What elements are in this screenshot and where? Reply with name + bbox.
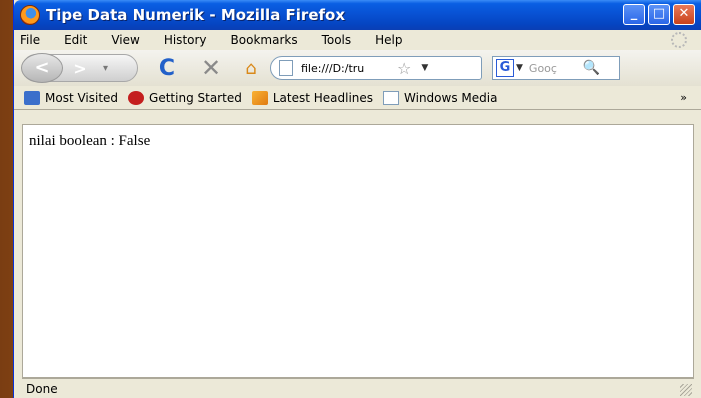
rss-feed-icon	[251, 90, 268, 105]
menu-file[interactable]: File	[20, 33, 40, 47]
menu-history[interactable]: History	[164, 33, 207, 47]
search-bar[interactable]: G ▼ Gooç 🔍	[492, 56, 620, 80]
back-forward-group: < > ▾	[21, 53, 138, 83]
search-engine-dropdown-icon[interactable]: ▼	[516, 63, 523, 73]
bookmark-label: Windows Media	[404, 90, 498, 105]
url-bar[interactable]: file:///D:/tru ☆ ▼	[270, 56, 482, 80]
bookmark-latest-headlines[interactable]: Latest Headlines	[251, 90, 374, 105]
reload-button[interactable]: C	[152, 56, 182, 81]
bookmarks-overflow-button[interactable]: »	[680, 91, 687, 104]
menu-help[interactable]: Help	[375, 33, 402, 47]
bookmarks-toolbar: Most Visited Getting Started Latest Head…	[14, 86, 701, 110]
close-button[interactable]: ✕	[673, 4, 695, 25]
home-button[interactable]: ⌂	[236, 58, 266, 79]
navigation-toolbar: < > ▾ C ✕ ⌂ file:///D:/tru ☆ ▼ G ▼ Gooç …	[14, 50, 701, 86]
most-visited-icon	[24, 90, 40, 105]
bookmark-star-icon[interactable]: ☆	[397, 59, 411, 78]
search-input[interactable]: Gooç	[529, 62, 579, 75]
content-text: nilai boolean : False	[29, 133, 151, 149]
bookmark-label: Most Visited	[45, 90, 119, 105]
menu-tools[interactable]: Tools	[322, 33, 352, 47]
maximize-button[interactable]: □	[648, 4, 670, 25]
firefox-logo-icon	[20, 5, 40, 25]
minimize-button[interactable]: _	[623, 4, 645, 25]
bookmark-getting-started[interactable]: Getting Started	[128, 90, 242, 105]
menu-view[interactable]: View	[111, 33, 139, 47]
menu-bar: File Edit View History Bookmarks Tools H…	[14, 30, 701, 50]
menu-edit[interactable]: Edit	[64, 33, 87, 47]
url-dropdown-icon[interactable]: ▼	[421, 63, 428, 73]
page-icon	[279, 60, 293, 76]
page-icon	[383, 90, 400, 105]
bookmark-label: Getting Started	[149, 90, 242, 105]
page-content: nilai boolean : False	[22, 124, 694, 378]
resize-grip-icon[interactable]	[680, 384, 692, 396]
bookmark-windows-media[interactable]: Windows Media	[383, 90, 498, 105]
status-bar: Done	[22, 378, 694, 398]
title-bar[interactable]: Tipe Data Numerik - Mozilla Firefox _ □ …	[14, 0, 701, 30]
forward-button[interactable]: >	[63, 59, 97, 78]
google-search-engine-icon[interactable]: G	[496, 59, 514, 77]
back-button[interactable]: <	[21, 53, 63, 83]
window-title: Tipe Data Numerik - Mozilla Firefox	[46, 6, 346, 24]
window-controls: _ □ ✕	[623, 4, 695, 25]
getting-started-icon	[128, 90, 145, 105]
menu-bookmarks[interactable]: Bookmarks	[231, 33, 298, 47]
status-text: Done	[26, 381, 58, 396]
url-input[interactable]: file:///D:/tru	[301, 62, 393, 75]
search-icon[interactable]: 🔍	[583, 60, 600, 76]
history-dropdown-icon[interactable]: ▾	[103, 63, 108, 74]
browser-window: Tipe Data Numerik - Mozilla Firefox _ □ …	[13, 0, 701, 398]
bookmark-most-visited[interactable]: Most Visited	[24, 90, 119, 105]
bookmark-label: Latest Headlines	[272, 90, 374, 105]
throbber-icon	[671, 32, 687, 48]
stop-button[interactable]: ✕	[196, 54, 226, 82]
